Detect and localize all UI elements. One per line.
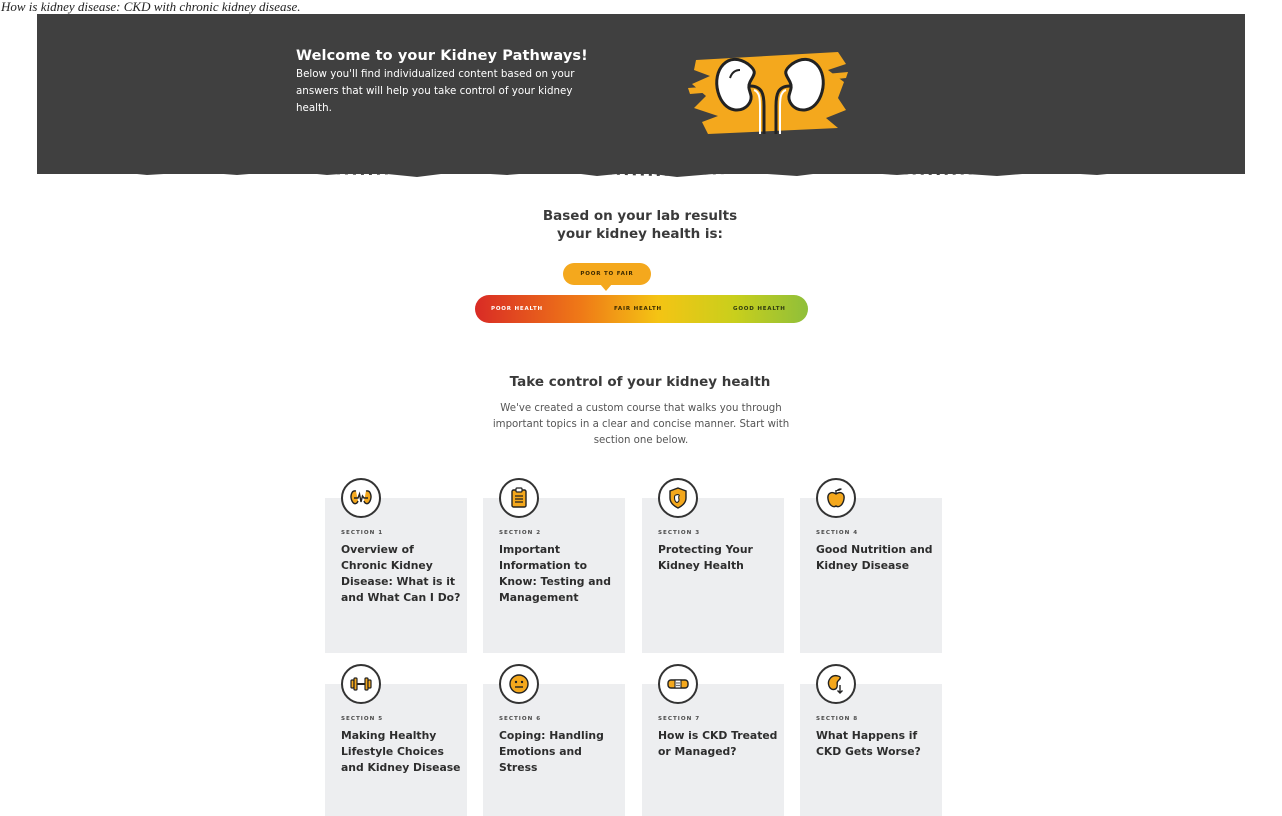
section-label-1: SECTION 1 [341,530,384,536]
section-label-5: SECTION 5 [341,716,384,722]
top-text: How is kidney disease: CKD with chronic … [1,0,301,14]
section-card-3[interactable] [642,498,784,653]
section-title-5[interactable]: Making Healthy Lifestyle Choices and Kid… [341,728,463,776]
section-title-6[interactable]: Coping: Handling Emotions and Stress [499,728,621,776]
kidneys-icon [688,52,848,134]
section-title-1[interactable]: Overview of Chronic Kidney Disease: What… [341,542,463,606]
shield-icon [658,478,698,518]
section-title-7[interactable]: How is CKD Treated or Managed? [658,728,780,760]
section-label-4: SECTION 4 [816,530,859,536]
kidney-pulse-icon [341,478,381,518]
apple-icon [816,478,856,518]
health-pointer-tail [600,284,612,291]
section-label-3: SECTION 3 [658,530,701,536]
dumbbell-icon [341,664,381,704]
course-description: We've created a custom course that walks… [492,403,790,446]
scale-label-fair: FAIR HEALTH [614,306,662,312]
lab-results-heading: Based on your lab results your kidney he… [440,207,840,243]
section-title-8[interactable]: What Happens if CKD Gets Worse? [816,728,938,760]
health-pointer-badge: POOR TO FAIR [563,263,651,285]
section-card-4[interactable] [800,498,942,653]
bandage-icon [658,664,698,704]
section-label-2: SECTION 2 [499,530,542,536]
kidney-down-icon [816,664,856,704]
section-title-3[interactable]: Protecting Your Kidney Health [658,542,780,574]
section-title-4[interactable]: Good Nutrition and Kidney Disease [816,542,938,574]
hero-title: Welcome to your Kidney Pathways! [296,48,588,64]
section-title-2[interactable]: Important Information to Know: Testing a… [499,542,621,606]
section-label-7: SECTION 7 [658,716,701,722]
section-label-6: SECTION 6 [499,716,542,722]
hero-description: Below you'll find individualized content… [296,68,575,114]
face-icon [499,664,539,704]
hero-banner [37,14,1245,174]
lab-heading-line-1: Based on your lab results [542,208,738,224]
scale-label-good: GOOD HEALTH [733,306,786,312]
course-heading: Take control of your kidney health [509,374,771,390]
lab-heading-line-2: your kidney health is: [557,226,723,242]
torn-edge-divider [37,166,1245,177]
scale-label-poor: POOR HEALTH [491,306,543,312]
section-label-8: SECTION 8 [816,716,859,722]
clipboard-icon [499,478,539,518]
